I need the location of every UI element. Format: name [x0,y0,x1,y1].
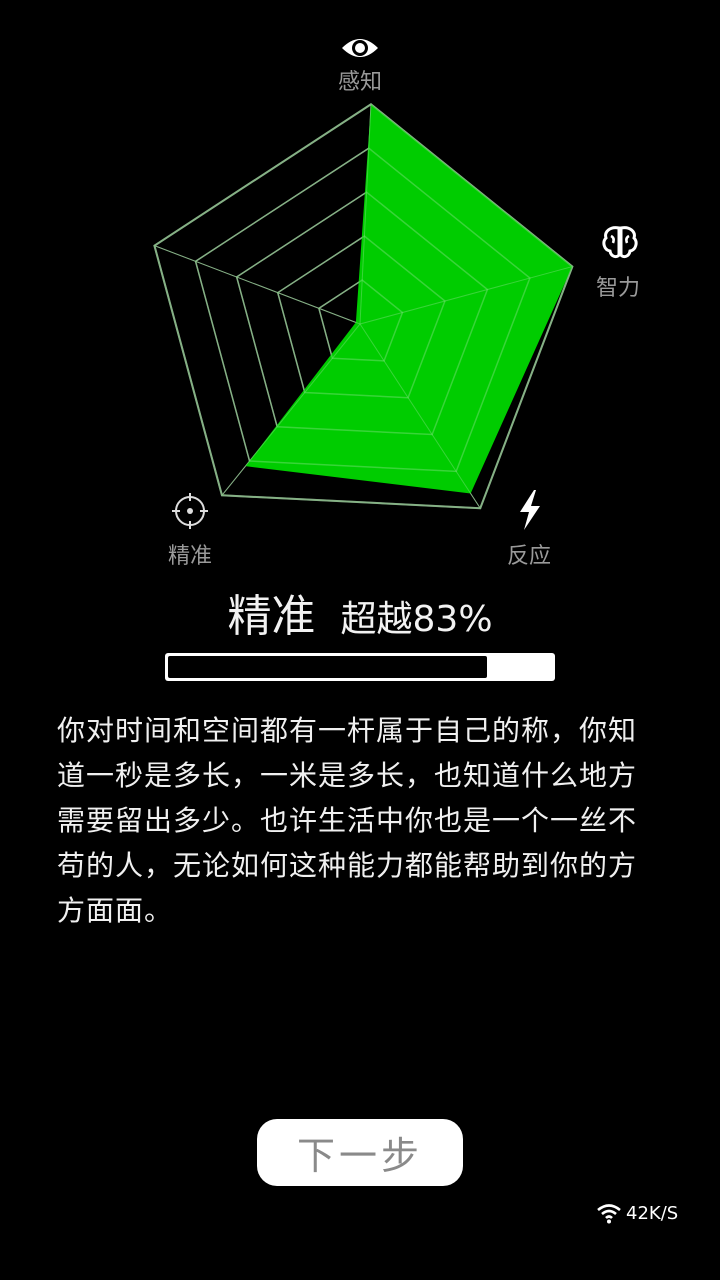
result-heading: 精准 超越83% [0,580,720,644]
lightning-icon [508,488,552,532]
result-description: 你对时间和空间都有一杆属于自己的称，你知道一秒是多长，一米是多长，也知道什么地方… [57,714,638,927]
score-progress-bar [165,653,555,681]
axis-label-intelligence: 智力 [595,276,640,301]
wifi-icon [597,1204,621,1224]
skill-name: 精准 [227,591,316,642]
network-speed-text: 42K/S [626,1202,679,1224]
network-speed-indicator: 42K/S [590,1196,691,1230]
brain-icon [598,220,642,264]
next-step-button[interactable]: 下一步 [257,1119,463,1186]
axis-label-precision: 精准 [167,544,212,569]
target-icon [168,489,212,533]
axis-label-reaction: 反应 [506,544,551,569]
axis-label-perception: 感知 [337,70,382,95]
beat-percentage: 超越83% [340,599,493,640]
score-progress-fill [168,656,487,678]
radar-spoke [154,245,361,325]
